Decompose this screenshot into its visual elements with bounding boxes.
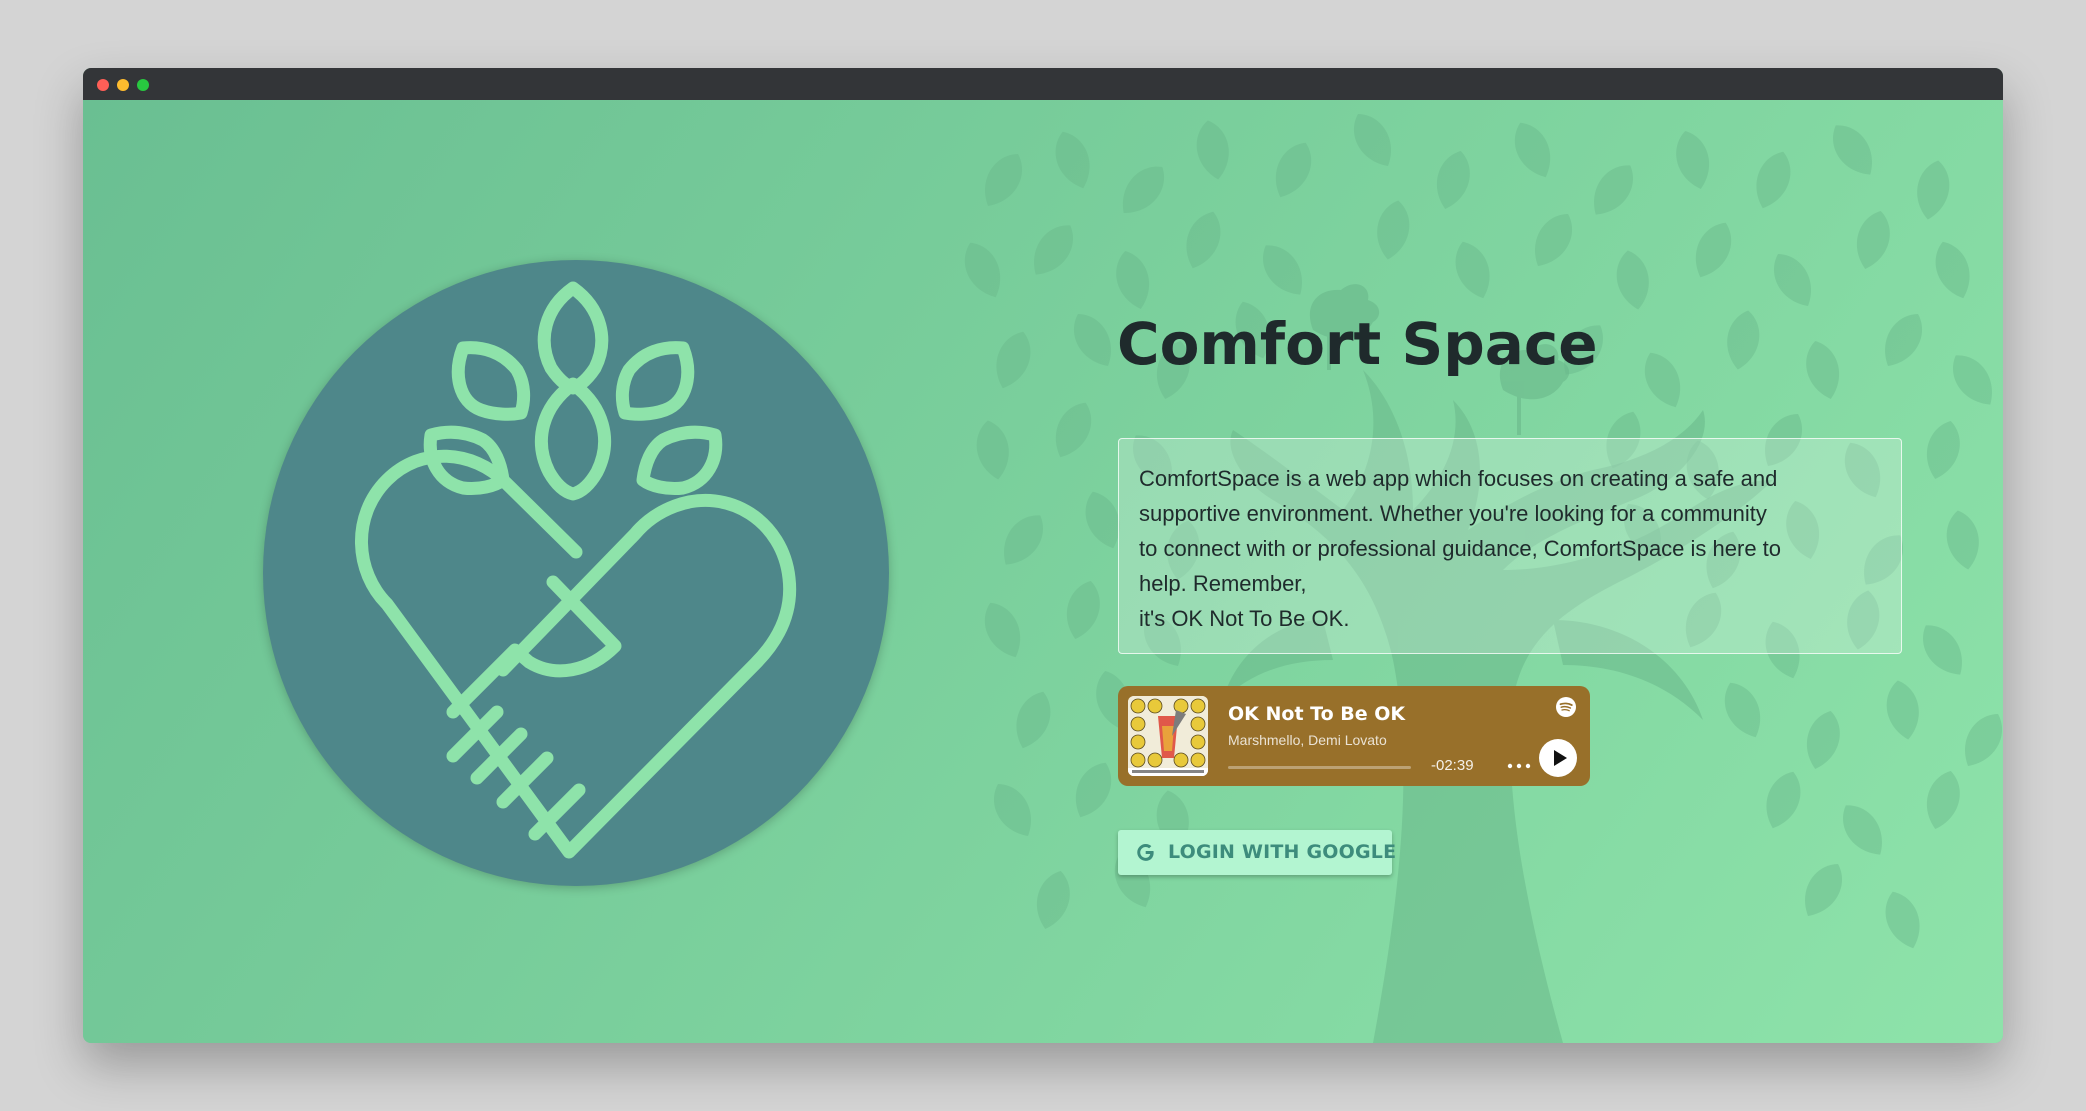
tree-leaf-decoration: [1004, 515, 1043, 565]
tree-leaf-decoration: [1927, 421, 1960, 479]
tree-leaf-decoration: [1727, 310, 1760, 370]
login-button-label: LOGIN WITH GOOGLE: [1168, 841, 1397, 863]
tree-leaf-decoration: [1055, 131, 1090, 189]
spotify-embed-player[interactable]: OK Not To Be OK Marshmello, Demi Lovato …: [1118, 686, 1590, 786]
tree-leaf-decoration: [1186, 211, 1221, 269]
album-cover-image: [1128, 696, 1208, 776]
tree-leaf-decoration: [1756, 151, 1791, 209]
heart-handshake-logo: [263, 260, 889, 886]
tree-leaf-decoration: [1455, 241, 1490, 299]
tree-leaf-decoration: [1016, 691, 1051, 749]
maximize-window-button[interactable]: [137, 79, 149, 91]
browser-window: Comfort Space ComfortSpace is a web app …: [83, 68, 2003, 1043]
window-titlebar: [83, 68, 2003, 100]
tree-leaf-decoration: [984, 602, 1021, 658]
tree-leaf-decoration: [1594, 165, 1633, 215]
tree-leaf-decoration: [1805, 864, 1842, 916]
google-g-icon: [1137, 843, 1154, 861]
page-title: Comfort Space: [1117, 310, 1598, 378]
tree-leaf-decoration: [1116, 251, 1149, 309]
tree-leaf-decoration: [1885, 891, 1920, 949]
tree-leaf-decoration: [1843, 805, 1882, 855]
page-viewport: Comfort Space ComfortSpace is a web app …: [83, 100, 2003, 1043]
tree-leaf-decoration: [1833, 125, 1872, 175]
tree-leaf-decoration: [994, 784, 1031, 836]
tree-leaf-decoration: [1885, 314, 1922, 366]
tree-leaf-decoration: [976, 420, 1009, 480]
tree-leaf-decoration: [1927, 771, 1960, 829]
tree-leaf-decoration: [1377, 200, 1410, 260]
tree-leaf-decoration: [1514, 122, 1551, 178]
description-line: it's OK Not To Be OK.: [1139, 606, 1350, 631]
tree-leaf-decoration: [1695, 222, 1732, 278]
description-line: ComfortSpace is a web app which focuses …: [1139, 466, 1778, 491]
more-dots-icon[interactable]: [1506, 756, 1532, 776]
track-artist[interactable]: Marshmello, Demi Lovato: [1228, 732, 1387, 748]
tree-leaf-decoration: [1055, 402, 1092, 458]
tree-leaf-decoration: [1275, 142, 1312, 198]
tree-leaf-decoration: [1965, 714, 2002, 766]
tree-leaf-decoration: [1354, 114, 1391, 166]
tree-leaf-decoration: [1857, 211, 1890, 269]
tree-leaf-decoration: [1535, 214, 1572, 266]
tree-leaf-decoration: [1923, 625, 1962, 675]
description-line: to connect with or professional guidance…: [1139, 536, 1782, 561]
tree-leaf-decoration: [1196, 120, 1229, 180]
tree-leaf-decoration: [985, 154, 1022, 206]
play-button[interactable]: [1539, 739, 1577, 777]
album-art[interactable]: [1128, 696, 1208, 776]
time-remaining: -02:39: [1431, 757, 1474, 774]
tree-leaf-decoration: [1074, 314, 1111, 366]
description-line: supportive environment. Whether you're l…: [1139, 501, 1767, 526]
tree-leaf-decoration: [1075, 762, 1112, 818]
close-window-button[interactable]: [97, 79, 109, 91]
tree-leaf-decoration: [1067, 581, 1100, 639]
tree-leaf-decoration: [1724, 682, 1761, 738]
tree-leaf-decoration: [1676, 131, 1709, 189]
description-box: ComfortSpace is a web app which focuses …: [1118, 438, 1902, 654]
tree-leaf-decoration: [964, 242, 1001, 298]
description-line: help. Remember,: [1139, 571, 1307, 596]
tree-leaf-decoration: [1953, 355, 1992, 405]
tree-leaf-decoration: [1616, 250, 1649, 310]
tree-leaf-decoration: [1886, 680, 1919, 740]
tree-leaf-decoration: [1946, 510, 1979, 570]
heart-handshake-leaves-icon: [355, 281, 797, 859]
tree-leaf-decoration: [1807, 711, 1840, 769]
tree-leaf-decoration: [1644, 352, 1681, 408]
track-title[interactable]: OK Not To Be OK: [1228, 703, 1405, 725]
tree-leaf-decoration: [1806, 341, 1839, 399]
minimize-window-button[interactable]: [117, 79, 129, 91]
progress-bar[interactable]: [1228, 766, 1411, 769]
tree-leaf-decoration: [996, 331, 1031, 389]
tree-leaf-decoration: [1917, 160, 1950, 220]
tree-leaf-decoration: [1774, 254, 1811, 306]
tree-leaf-decoration: [1935, 241, 1970, 299]
login-with-google-button[interactable]: LOGIN WITH GOOGLE: [1118, 830, 1396, 875]
tree-leaf-decoration: [1766, 771, 1801, 829]
tree-leaf-decoration: [1263, 245, 1302, 295]
tree-leaf-decoration: [1437, 151, 1470, 209]
tree-leaf-decoration: [1034, 225, 1073, 275]
tree-leaf-decoration: [1122, 166, 1164, 213]
tree-leaf-decoration: [1037, 871, 1070, 929]
play-icon: [1554, 750, 1567, 766]
spotify-icon[interactable]: [1555, 696, 1577, 718]
